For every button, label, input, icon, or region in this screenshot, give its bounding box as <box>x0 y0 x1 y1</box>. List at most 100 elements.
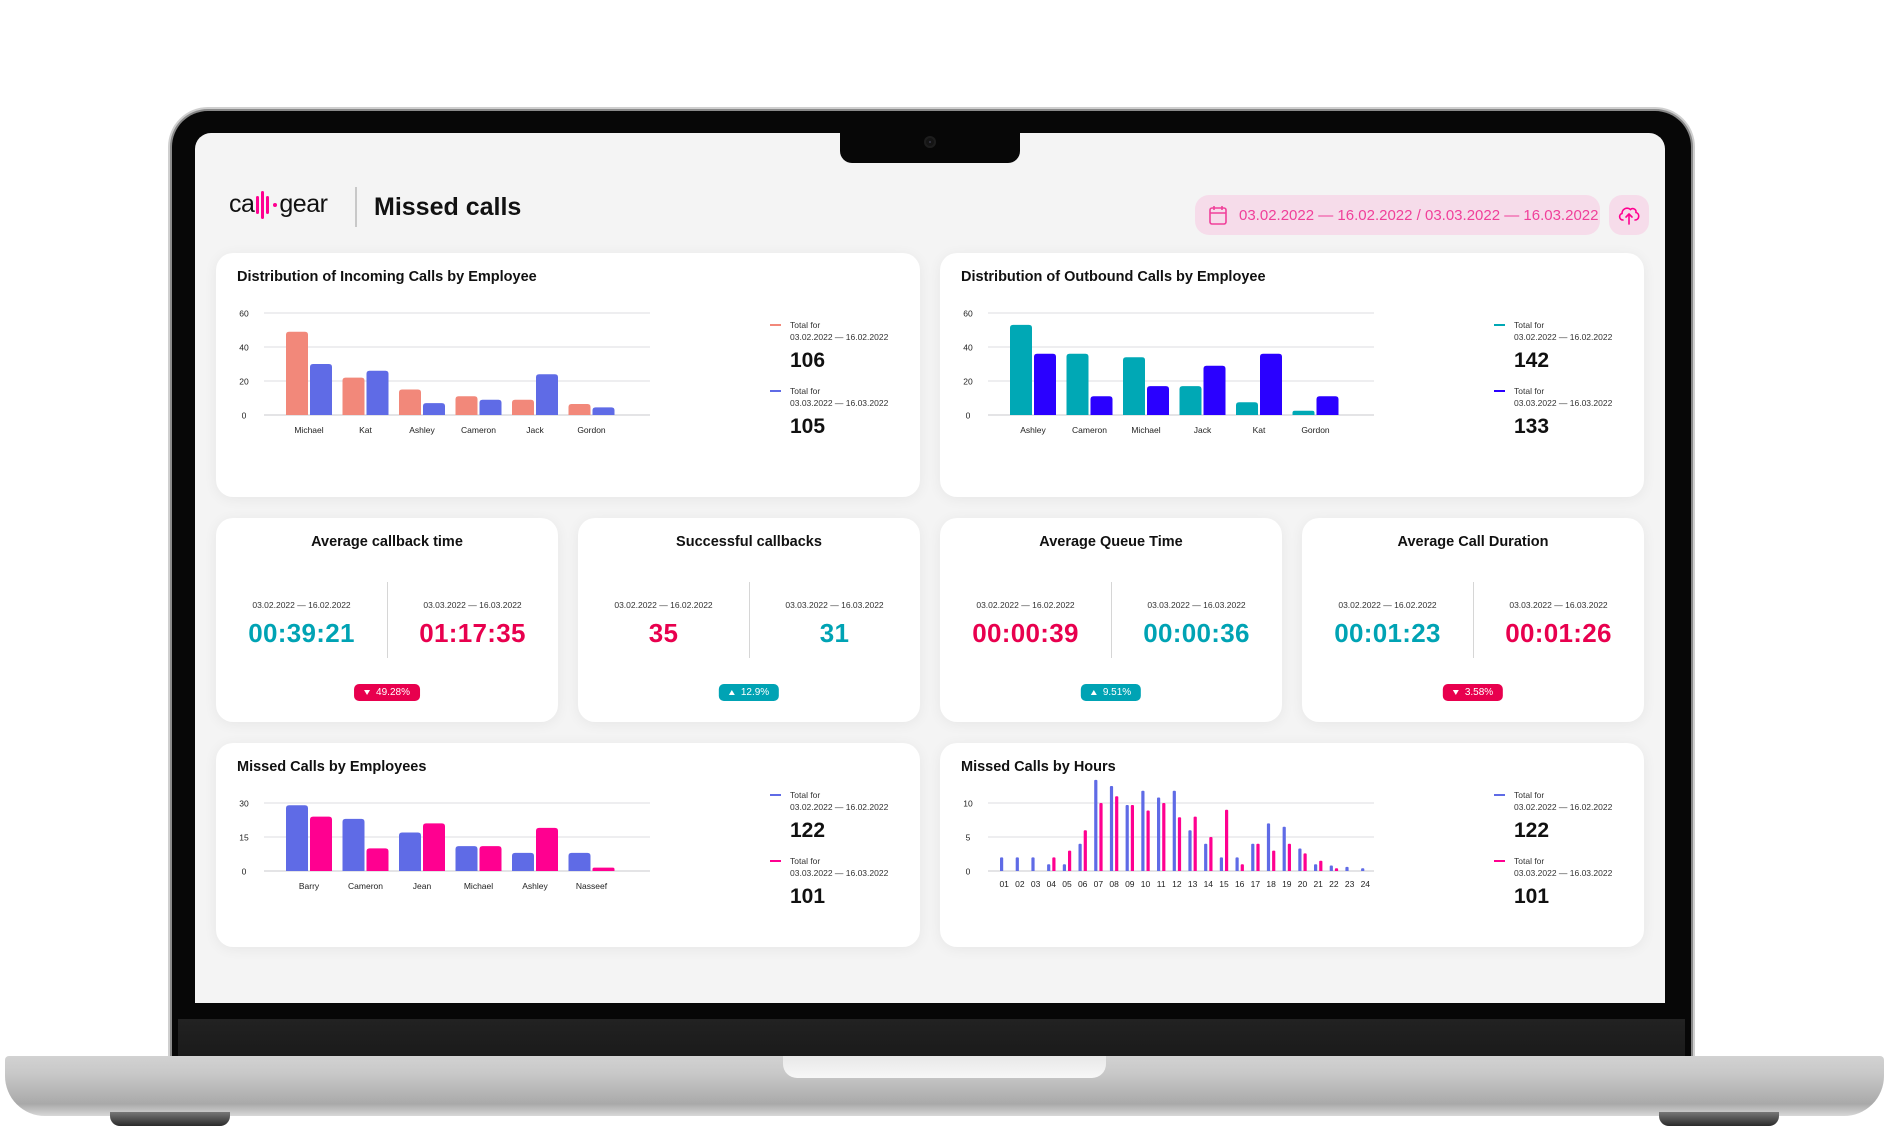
stat-period-label: 03.03.2022 — 16.03.2022 <box>1509 600 1608 610</box>
bar-07-series2[interactable] <box>1099 803 1103 871</box>
missed-calls-hours-chart: 051001 02 03 04 05 06 07 08 09 10 11 12 13 14 15 16 17 18… <box>963 779 1374 889</box>
bar-20-series1[interactable] <box>1298 848 1302 871</box>
bar-Jean-series1[interactable] <box>399 832 421 871</box>
bar-14-series1[interactable] <box>1204 843 1208 871</box>
bar-Barry-series1[interactable] <box>286 805 308 871</box>
bar-05-series1[interactable] <box>1062 864 1066 871</box>
bar-13-series1[interactable] <box>1188 830 1192 871</box>
bar-06-series1[interactable] <box>1078 843 1082 871</box>
bar-Ashley-series1[interactable] <box>399 389 421 416</box>
bar-02-series1[interactable] <box>1015 857 1019 871</box>
bar-Nasseef-series1[interactable] <box>568 852 591 871</box>
x-tick-label: 06 <box>1078 879 1088 889</box>
bar-17-series1[interactable] <box>1251 843 1255 871</box>
bar-20-series2[interactable] <box>1303 853 1307 871</box>
bar-22-series2[interactable] <box>1334 868 1339 871</box>
bar-Kat-series1[interactable] <box>342 377 365 415</box>
bar-Cameron-series2[interactable] <box>479 399 502 415</box>
legend-period: 03.03.2022 — 16.03.2022 <box>790 868 889 878</box>
bar-13-series2[interactable] <box>1193 816 1197 871</box>
bar-Kat-series2[interactable] <box>1260 353 1282 415</box>
bar-18-series1[interactable] <box>1266 823 1271 871</box>
bar-08-series2[interactable] <box>1115 796 1119 871</box>
bar-19-series1[interactable] <box>1282 826 1286 871</box>
bar-Jack-series2[interactable] <box>1203 365 1226 415</box>
bar-Michael-series1[interactable] <box>286 331 308 415</box>
x-tick-label: 04 <box>1047 879 1057 889</box>
bar-09-series1[interactable] <box>1125 805 1129 871</box>
logo-text-left: ca <box>229 190 255 218</box>
bar-Kat-series1[interactable] <box>1236 402 1258 415</box>
bar-21-series2[interactable] <box>1319 860 1323 871</box>
stat-period1-column: 03.02.2022 — 16.02.2022 35 <box>578 600 749 649</box>
legend-period: 03.02.2022 — 16.02.2022 <box>1514 802 1613 812</box>
bar-07-series1[interactable] <box>1094 779 1098 871</box>
bar-04-series2[interactable] <box>1052 857 1056 871</box>
bar-21-series1[interactable] <box>1314 864 1318 871</box>
bar-11-series1[interactable] <box>1157 797 1161 871</box>
bar-10-series2[interactable] <box>1146 810 1150 871</box>
bar-17-series2[interactable] <box>1256 843 1260 871</box>
stat-divider <box>1473 582 1474 658</box>
bar-Gordon-series1[interactable] <box>1292 410 1315 415</box>
bar-Michael-series2[interactable] <box>1147 386 1169 415</box>
date-range-picker[interactable]: 03.02.2022 — 16.02.2022 / 03.03.2022 — 1… <box>1195 195 1600 235</box>
bar-Ashley-series1[interactable] <box>512 852 534 871</box>
legend-item-period2: Total for 03.03.2022 — 16.03.2022 101 <box>1494 855 1624 909</box>
bar-18-series2[interactable] <box>1272 850 1276 871</box>
bar-09-series2[interactable] <box>1130 805 1134 871</box>
bar-15-series2[interactable] <box>1225 809 1229 871</box>
bar-Cameron-series1[interactable] <box>342 818 365 871</box>
bar-04-series1[interactable] <box>1047 864 1051 871</box>
bar-Michael-series2[interactable] <box>479 846 502 871</box>
bar-Cameron-series2[interactable] <box>366 848 389 871</box>
bar-Ashley-series2[interactable] <box>1034 353 1056 415</box>
bar-Gordon-series2[interactable] <box>592 407 615 415</box>
callgear-logo[interactable]: ca gear <box>229 190 328 219</box>
y-tick-label: 5 <box>966 833 971 843</box>
bar-Nasseef-series2[interactable] <box>592 867 615 871</box>
bar-Cameron-series1[interactable] <box>455 396 478 415</box>
bar-Ashley-series2[interactable] <box>423 403 445 415</box>
bar-11-series2[interactable] <box>1162 803 1166 871</box>
bar-Gordon-series1[interactable] <box>568 403 591 415</box>
bar-23-series1[interactable] <box>1345 866 1349 871</box>
x-tick-label: 15 <box>1219 879 1229 889</box>
bar-Gordon-series2[interactable] <box>1316 396 1339 415</box>
bar-Michael-series1[interactable] <box>455 846 478 871</box>
export-button[interactable] <box>1609 195 1649 235</box>
bar-05-series2[interactable] <box>1068 850 1072 871</box>
bar-12-series1[interactable] <box>1172 790 1176 871</box>
bar-Cameron-series2[interactable] <box>1090 396 1113 415</box>
bar-15-series1[interactable] <box>1219 857 1223 871</box>
bar-Michael-series1[interactable] <box>1123 357 1145 415</box>
bar-12-series2[interactable] <box>1177 817 1182 871</box>
legend-total: 122 <box>1514 819 1550 842</box>
bar-Michael-series2[interactable] <box>310 364 332 415</box>
x-tick-label: 02 <box>1015 879 1025 889</box>
bar-10-series1[interactable] <box>1141 790 1145 871</box>
bar-Cameron-series1[interactable] <box>1066 353 1089 415</box>
bar-Kat-series2[interactable] <box>366 370 389 415</box>
bar-01-series1[interactable] <box>1000 857 1004 871</box>
bar-Jack-series1[interactable] <box>512 399 534 415</box>
bar-Ashley-series1[interactable] <box>1010 324 1032 415</box>
bar-03-series1[interactable] <box>1031 857 1035 871</box>
bar-Barry-series2[interactable] <box>310 816 332 871</box>
bar-Ashley-series2[interactable] <box>536 827 558 871</box>
bar-08-series1[interactable] <box>1109 786 1114 871</box>
legend-item-period1: Total for 03.02.2022 — 16.02.2022 122 <box>1494 789 1624 843</box>
bar-06-series2[interactable] <box>1083 830 1087 871</box>
incoming-calls-card: Distribution of Incoming Calls by Employ… <box>216 253 920 497</box>
bar-16-series1[interactable] <box>1235 857 1239 871</box>
change-badge: 49.28% <box>354 684 420 701</box>
bar-Jack-series2[interactable] <box>536 374 558 415</box>
bar-14-series2[interactable] <box>1209 837 1213 871</box>
legend-period: 03.02.2022 — 16.02.2022 <box>790 802 889 812</box>
bar-Jack-series1[interactable] <box>1179 386 1202 415</box>
bar-22-series1[interactable] <box>1329 865 1333 871</box>
bar-19-series2[interactable] <box>1287 843 1291 871</box>
bar-16-series2[interactable] <box>1240 864 1244 871</box>
bar-Jean-series2[interactable] <box>423 823 445 871</box>
bar-24-series1[interactable] <box>1361 868 1365 871</box>
